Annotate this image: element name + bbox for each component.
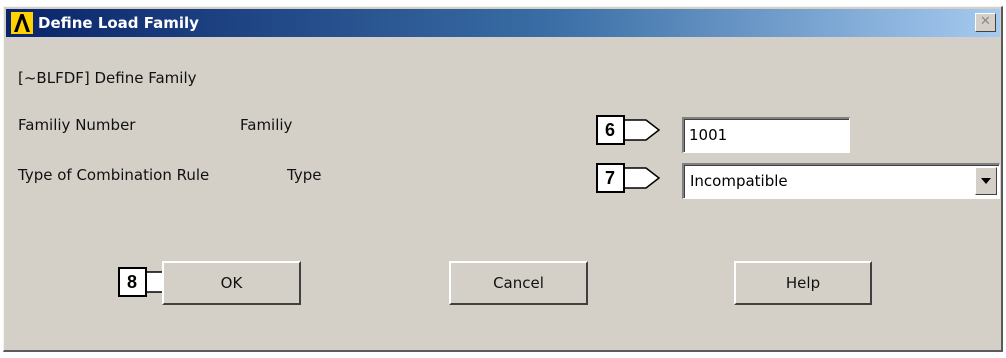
help-button[interactable]: Help xyxy=(734,261,872,305)
callout-7: 7 xyxy=(596,163,662,193)
ansys-logo-icon xyxy=(11,12,33,34)
combination-rule-label: Type of Combination Rule xyxy=(18,166,210,184)
title-bar[interactable]: Define Load Family ✕ xyxy=(6,9,1000,37)
dropdown-button[interactable] xyxy=(975,167,997,195)
callout-number: 8 xyxy=(126,272,137,292)
close-button[interactable]: ✕ xyxy=(975,13,996,32)
define-load-family-dialog: Define Load Family ✕ [~BLFDF] Define Fam… xyxy=(3,6,1003,352)
family-number-input[interactable]: 1001 xyxy=(682,117,850,153)
cancel-button[interactable]: Cancel xyxy=(449,261,588,305)
command-label: [~BLFDF] Define Family xyxy=(18,69,197,87)
combination-rule-select[interactable]: Incompatible xyxy=(682,163,1000,199)
ok-button[interactable]: OK xyxy=(162,261,301,305)
selected-option: Incompatible xyxy=(690,172,788,190)
window-title: Define Load Family xyxy=(38,14,199,32)
combination-rule-sublabel: Type xyxy=(287,166,322,184)
close-icon: ✕ xyxy=(980,14,991,29)
chevron-down-icon xyxy=(981,178,991,184)
callout-6: 6 xyxy=(596,115,662,145)
family-number-sublabel: Familiy xyxy=(240,116,293,134)
callout-number: 6 xyxy=(604,120,615,140)
callout-number: 7 xyxy=(604,168,615,188)
family-number-label: Familiy Number xyxy=(18,116,136,134)
